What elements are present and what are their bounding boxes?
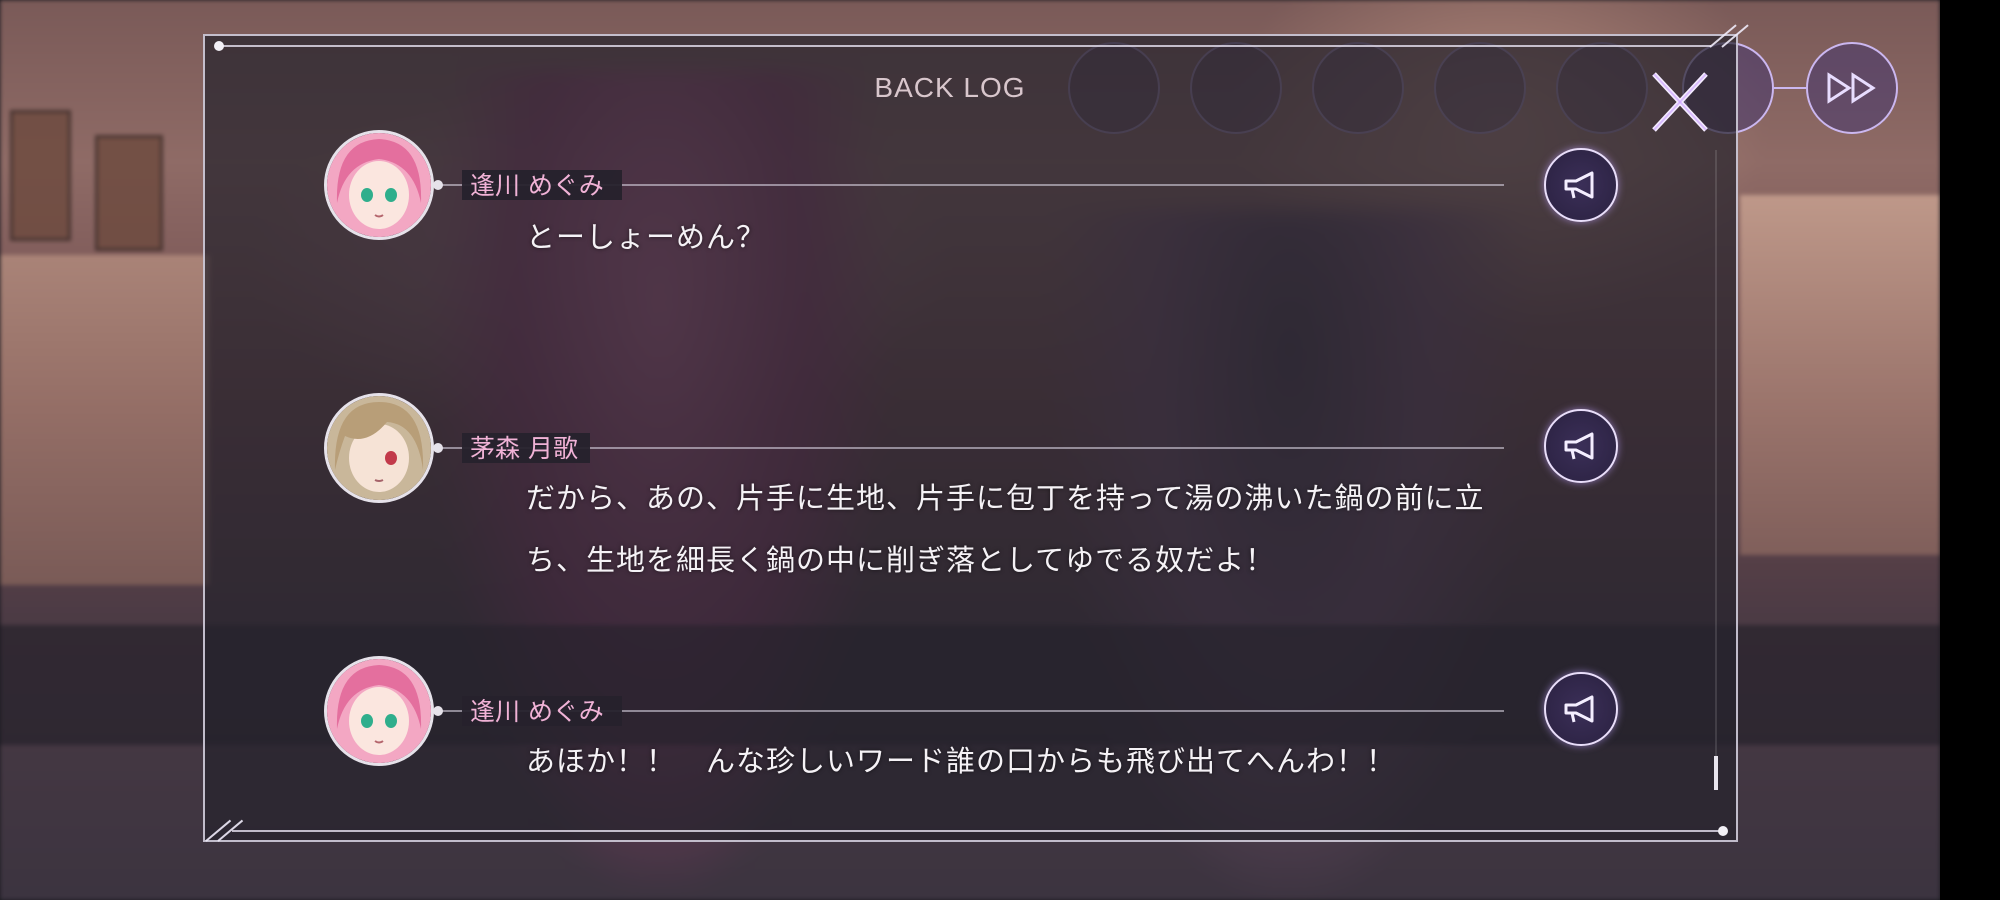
speaker-divider-dot xyxy=(433,443,443,453)
close-icon xyxy=(1652,72,1708,132)
speaker-name: 逢川 めぐみ xyxy=(470,171,604,200)
speaker-name: 逢川 めぐみ xyxy=(470,697,604,726)
voice-replay-button[interactable] xyxy=(1544,148,1618,222)
scrollbar-track[interactable] xyxy=(1715,150,1717,790)
background-poster xyxy=(95,135,163,251)
dialogue-text: だから、あの、片手に生地、片手に包丁を持って湯の沸いた鍋の前に立ち、生地を細長く… xyxy=(526,481,1485,577)
speaker-name: 茅森 月歌 xyxy=(470,434,578,463)
blonde-hair-avatar xyxy=(324,393,434,503)
panel-top-rule xyxy=(216,45,1711,47)
pink-hair-avatar xyxy=(324,130,434,240)
megaphone-icon xyxy=(1564,171,1594,199)
fast-forward-icon xyxy=(1827,72,1876,104)
panel-bottom-rule xyxy=(232,830,1724,832)
speaker-divider xyxy=(434,447,1504,449)
speaker-divider-dot xyxy=(433,706,443,716)
backlog-title: BACK LOG xyxy=(874,72,1026,103)
voice-replay-button[interactable] xyxy=(1544,409,1618,483)
log-entry: 逢川 めぐみ あほか！！ んな珍しいワード誰の口からも飛び出てへんわ！！ xyxy=(320,656,1630,786)
pink-hair-avatar xyxy=(324,656,434,766)
background-poster xyxy=(10,110,71,241)
background-shelf xyxy=(0,255,210,585)
screen-edge xyxy=(1940,0,2000,900)
log-entry: 逢川 めぐみ とーしょーめん？ xyxy=(320,130,1630,254)
panel-corner-dot xyxy=(1718,826,1728,836)
log-entry: 茅森 月歌 だから、あの、片手に生地、片手に包丁を持って湯の沸いた鍋の前に立ち、… xyxy=(320,393,1630,593)
speaker-divider-dot xyxy=(433,180,443,190)
megaphone-icon xyxy=(1564,432,1594,460)
fast-forward-button[interactable] xyxy=(1806,42,1898,134)
background-bed xyxy=(1740,195,1940,555)
dialogue-text: とーしょーめん？ xyxy=(526,220,767,254)
button-connector xyxy=(1774,87,1806,89)
scrollbar-thumb[interactable] xyxy=(1714,756,1718,790)
panel-corner-dot xyxy=(214,41,224,51)
voice-replay-button[interactable] xyxy=(1544,672,1618,746)
dialogue-text: あほか！！ んな珍しいワード誰の口からも飛び出てへんわ！！ xyxy=(526,744,1397,778)
megaphone-icon xyxy=(1564,695,1594,723)
close-button[interactable] xyxy=(1648,70,1712,134)
